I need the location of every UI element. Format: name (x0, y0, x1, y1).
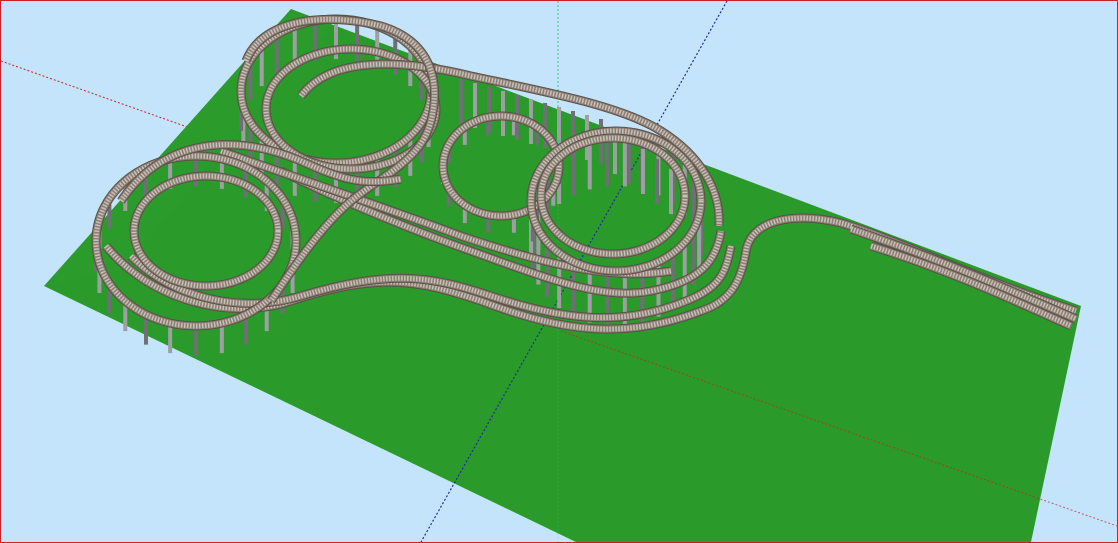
support-pier (545, 242, 550, 298)
viewport-3d[interactable] (0, 0, 1118, 543)
axis-origin-icon (556, 139, 560, 143)
support-pier (627, 139, 631, 184)
support-pier (669, 169, 673, 214)
support-pier (355, 20, 360, 61)
scene-canvas[interactable] (1, 1, 1117, 542)
support-pier (682, 242, 687, 298)
support-pier (487, 87, 491, 132)
support-pier (459, 79, 463, 124)
support-pier (641, 149, 645, 194)
support-pier (655, 159, 659, 204)
